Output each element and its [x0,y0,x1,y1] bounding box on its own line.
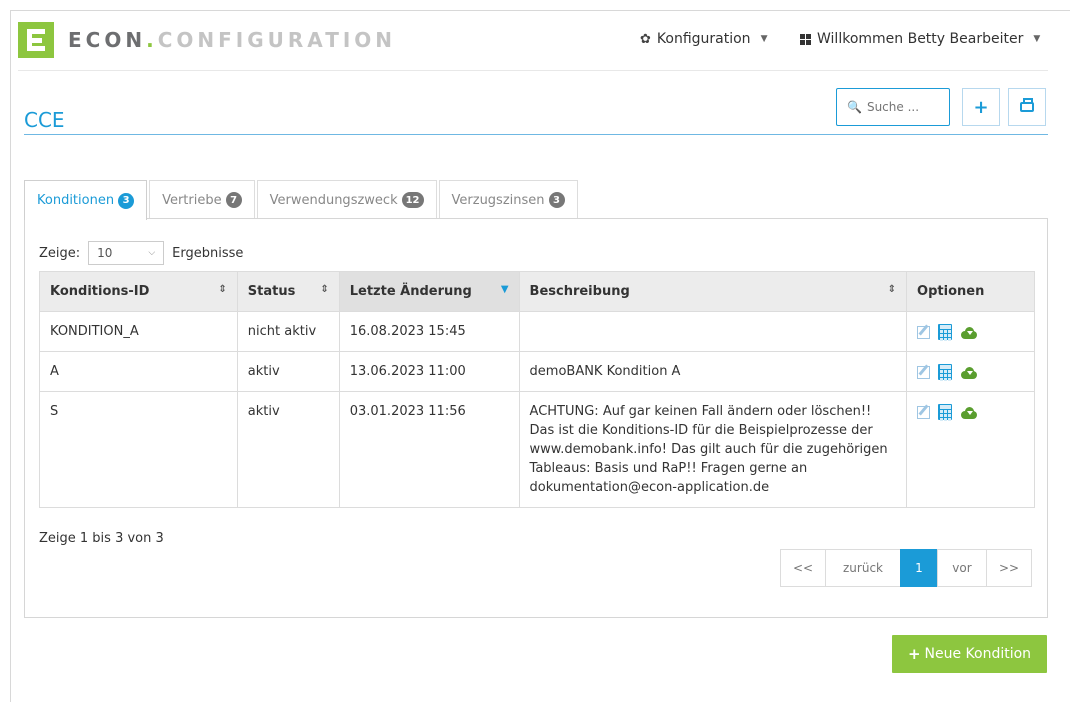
new-kondition-label: Neue Kondition [924,646,1032,662]
column-header-beschreibung[interactable]: Beschreibung ⇕ [518,271,908,312]
cell-konditions-id: A [39,351,238,392]
caret-down-icon: ▼ [760,34,768,44]
cell-description [518,311,908,352]
column-header-status[interactable]: Status ⇕ [236,271,340,312]
edit-icon[interactable] [917,405,931,419]
cloud-download-icon[interactable] [960,327,978,339]
header-label: Optionen [917,284,985,299]
header-label: Status [247,284,296,299]
title-divider [24,134,1048,135]
count-badge: 12 [401,192,424,208]
cell-date: 03.01.2023 11:56 [338,391,520,508]
tab-label: Konditionen [37,193,115,208]
nav-user-menu[interactable]: Willkommen Betty Bearbeiter ▼ [800,31,1040,47]
count-badge: 7 [225,192,242,208]
tab-panel: Zeige: 10 ⌵ Ergebnisse Konditions-ID ⇕ St… [24,218,1048,618]
table-row: KONDITION_A nicht aktiv 16.08.2023 15:45 [39,311,1035,352]
new-kondition-button[interactable]: + Neue Kondition [892,635,1047,673]
count-badge: 3 [548,192,565,208]
page-length-value: 10 [97,246,113,260]
tab-verzugszinsen[interactable]: Verzugszinsen 3 [438,180,578,219]
printer-icon [1020,98,1034,112]
column-header-optionen: Optionen [906,271,1035,312]
table-row: S aktiv 03.01.2023 11:56 ACHTUNG: Auf ga… [39,391,1035,508]
page-length-select[interactable]: 10 ⌵ [88,241,165,265]
add-button[interactable]: + [962,88,1000,126]
table-row: A aktiv 13.06.2023 11:00 demoBANK Kondit… [39,351,1035,392]
brand-name: ECON.CONFIGURATION [68,28,396,52]
header-label: Letzte Änderung [349,284,472,299]
tab-label: Verzugszinsen [451,192,545,208]
plus-icon: + [973,96,989,118]
print-button[interactable] [1008,88,1046,126]
cloud-download-icon[interactable] [960,407,978,419]
tab-label: Vertriebe [162,192,222,208]
grid-icon [800,33,811,45]
cell-status: nicht aktiv [236,311,340,352]
tab-bar: Konditionen 3 Vertriebe 7 Verwendungszwe… [24,180,580,220]
header-label: Beschreibung [529,284,630,299]
tab-label: Verwendungszweck [269,192,398,208]
calculator-icon[interactable] [938,324,953,341]
table-info: Zeige 1 bis 3 von 3 [39,531,164,546]
sort-icon: ⇕ [887,284,897,295]
brand-part-econ: ECON [68,28,147,52]
nav-konfiguration-menu[interactable]: ✿ Konfiguration ▼ [640,31,767,47]
sort-desc-icon: ▼ [500,284,509,295]
cell-konditions-id: S [39,391,238,508]
tab-konditionen[interactable]: Konditionen 3 [24,180,148,220]
cell-status: aktiv [236,391,340,508]
gear-icon: ✿ [640,31,651,47]
cell-description: demoBANK Kondition A [518,351,908,392]
tab-vertriebe[interactable]: Vertriebe 7 [149,180,255,219]
calculator-icon[interactable] [938,404,953,421]
cell-options [906,391,1035,508]
cell-date: 16.08.2023 15:45 [338,311,520,352]
cell-options [906,311,1035,352]
plus-icon: + [907,645,921,663]
search-box[interactable]: 🔍 [836,88,950,126]
tab-verwendungszweck[interactable]: Verwendungszweck 12 [256,180,437,219]
cell-description: ACHTUNG: Auf gar keinen Fall ändern oder… [518,391,908,508]
column-header-konditions-id[interactable]: Konditions-ID ⇕ [39,271,238,312]
search-icon: 🔍 [847,100,862,114]
cell-status: aktiv [236,351,340,392]
pagination-last[interactable]: >> [986,549,1032,587]
header-divider [18,70,1048,71]
pagination-next[interactable]: vor [937,549,987,587]
cell-konditions-id: KONDITION_A [39,311,238,352]
econ-logo-icon [18,22,54,58]
sort-icon: ⇕ [320,284,329,295]
nav-user-label: Willkommen Betty Bearbeiter [817,31,1024,47]
edit-icon[interactable] [917,365,931,379]
calculator-icon[interactable] [938,364,953,381]
count-badge: 3 [118,192,135,209]
page-length-control: Zeige: 10 ⌵ Ergebnisse [39,241,243,265]
cell-options [906,351,1035,392]
brand-dot: . [146,28,158,52]
pagination-first[interactable]: << [780,549,826,587]
pagination-page-1[interactable]: 1 [900,549,938,587]
length-prefix-label: Zeige: [39,245,81,261]
header-label: Konditions-ID [50,284,150,299]
konditionen-table: Konditions-ID ⇕ Status ⇕ Letzte Änderung ▼ … [39,271,1035,508]
search-input[interactable] [866,100,947,114]
cell-date: 13.06.2023 11:00 [338,351,520,392]
page-title: CCE [24,108,65,132]
nav-konfiguration-label: Konfiguration [656,31,751,47]
cloud-download-icon[interactable] [960,367,978,379]
edit-icon[interactable] [917,325,931,339]
sort-icon: ⇕ [218,284,227,295]
length-suffix-label: Ergebnisse [172,245,244,261]
pagination-previous[interactable]: zurück [825,549,901,587]
column-header-letzte-aenderung[interactable]: Letzte Änderung ▼ [338,271,520,312]
pagination: << zurück 1 vor >> [780,549,1032,587]
brand-logo[interactable]: ECON.CONFIGURATION [18,22,396,58]
table-header-row: Konditions-ID ⇕ Status ⇕ Letzte Änderung ▼ … [39,271,1035,312]
chevron-down-icon: ⌵ [148,248,156,258]
brand-part-configuration: CONFIGURATION [157,28,397,52]
caret-down-icon: ▼ [1033,34,1041,44]
